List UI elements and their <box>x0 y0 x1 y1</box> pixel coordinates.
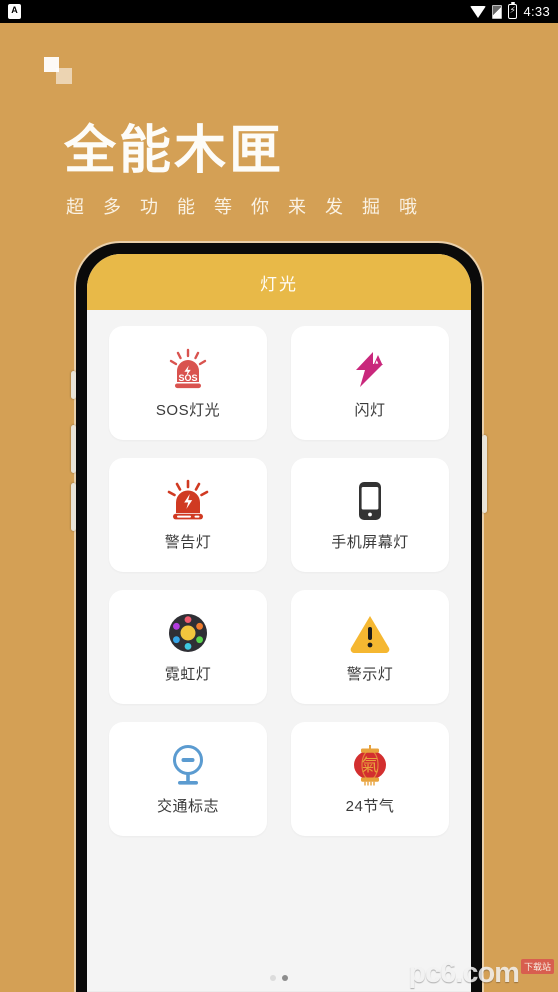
mute-switch[interactable] <box>71 371 76 399</box>
smartphone-icon <box>347 478 393 524</box>
power-button[interactable] <box>482 435 487 513</box>
sos-siren-icon: SOS <box>165 346 211 392</box>
svg-text:氣: 氣 <box>362 756 379 776</box>
grid-item-flash-light[interactable]: 闪灯 <box>291 326 449 440</box>
android-status-bar: A 4:33 <box>0 0 558 23</box>
feature-grid: SOS SOS灯光 闪灯 警告灯 手机屏幕灯 霓虹灯 警示灯 交通标志 氣 24… <box>87 310 471 836</box>
warning-siren-icon <box>165 478 211 524</box>
color-wheel-icon <box>165 610 211 656</box>
page-title: 全能木匣 <box>64 122 285 180</box>
grid-item-label: 警告灯 <box>164 534 212 551</box>
status-bar-right: 4:33 <box>470 2 550 19</box>
volume-down-button[interactable] <box>71 483 76 531</box>
grid-item-sos-light[interactable]: SOS SOS灯光 <box>109 326 267 440</box>
lightning-bolt-icon <box>347 346 393 392</box>
app-notification-icon: A <box>8 4 21 19</box>
grid-item-neon-light[interactable]: 霓虹灯 <box>109 590 267 704</box>
phone-mockup: 灯光 SOS SOS灯光 闪灯 警告灯 手机屏幕灯 霓虹灯 警示灯 交通标志 氣… <box>71 243 487 992</box>
grid-item-solar-terms[interactable]: 氣 24节气 <box>291 722 449 836</box>
phone-screen: 灯光 SOS SOS灯光 闪灯 警告灯 手机屏幕灯 霓虹灯 警示灯 交通标志 氣… <box>87 254 471 992</box>
grid-item-label: 24节气 <box>345 798 395 815</box>
status-bar-clock: 4:33 <box>523 4 550 19</box>
grid-item-label: 交通标志 <box>156 798 219 815</box>
lantern-icon: 氣 <box>347 742 393 788</box>
grid-item-label: 闪灯 <box>354 402 386 419</box>
page-dot-1[interactable] <box>270 975 276 981</box>
grid-item-label: 警示灯 <box>346 666 394 683</box>
app-header-title: 灯光 <box>260 274 298 294</box>
volume-up-button[interactable] <box>71 425 76 473</box>
page-dot-2[interactable] <box>282 975 288 981</box>
warning-triangle-icon <box>347 610 393 656</box>
page-subtitle: 超 多 功 能 等 你 来 发 掘 哦 <box>66 197 425 217</box>
app-header-bar: 灯光 <box>87 254 471 310</box>
grid-item-label: 手机屏幕灯 <box>331 534 409 551</box>
grid-item-traffic-sign[interactable]: 交通标志 <box>109 722 267 836</box>
app-screenshot: A 4:33 全能木匣 超 多 功 能 等 你 来 发 掘 哦 灯光 <box>0 0 558 992</box>
squares-logo-icon <box>44 57 82 91</box>
grid-item-caution-light[interactable]: 警示灯 <box>291 590 449 704</box>
watermark-badge: 下载站 <box>520 959 554 974</box>
grid-item-label: 霓虹灯 <box>164 666 212 683</box>
status-bar-left: A <box>8 4 21 19</box>
battery-charging-icon <box>508 2 518 19</box>
grid-item-label: SOS灯光 <box>155 402 221 419</box>
site-watermark: pc6.com 下载站 <box>408 959 554 988</box>
grid-item-warning-light[interactable]: 警告灯 <box>109 458 267 572</box>
grid-item-screen-light[interactable]: 手机屏幕灯 <box>291 458 449 572</box>
wifi-icon <box>470 5 487 18</box>
svg-text:SOS: SOS <box>178 373 197 383</box>
traffic-sign-icon <box>165 742 211 788</box>
sim-card-icon <box>492 4 503 19</box>
watermark-text: pc6.com <box>408 957 520 989</box>
